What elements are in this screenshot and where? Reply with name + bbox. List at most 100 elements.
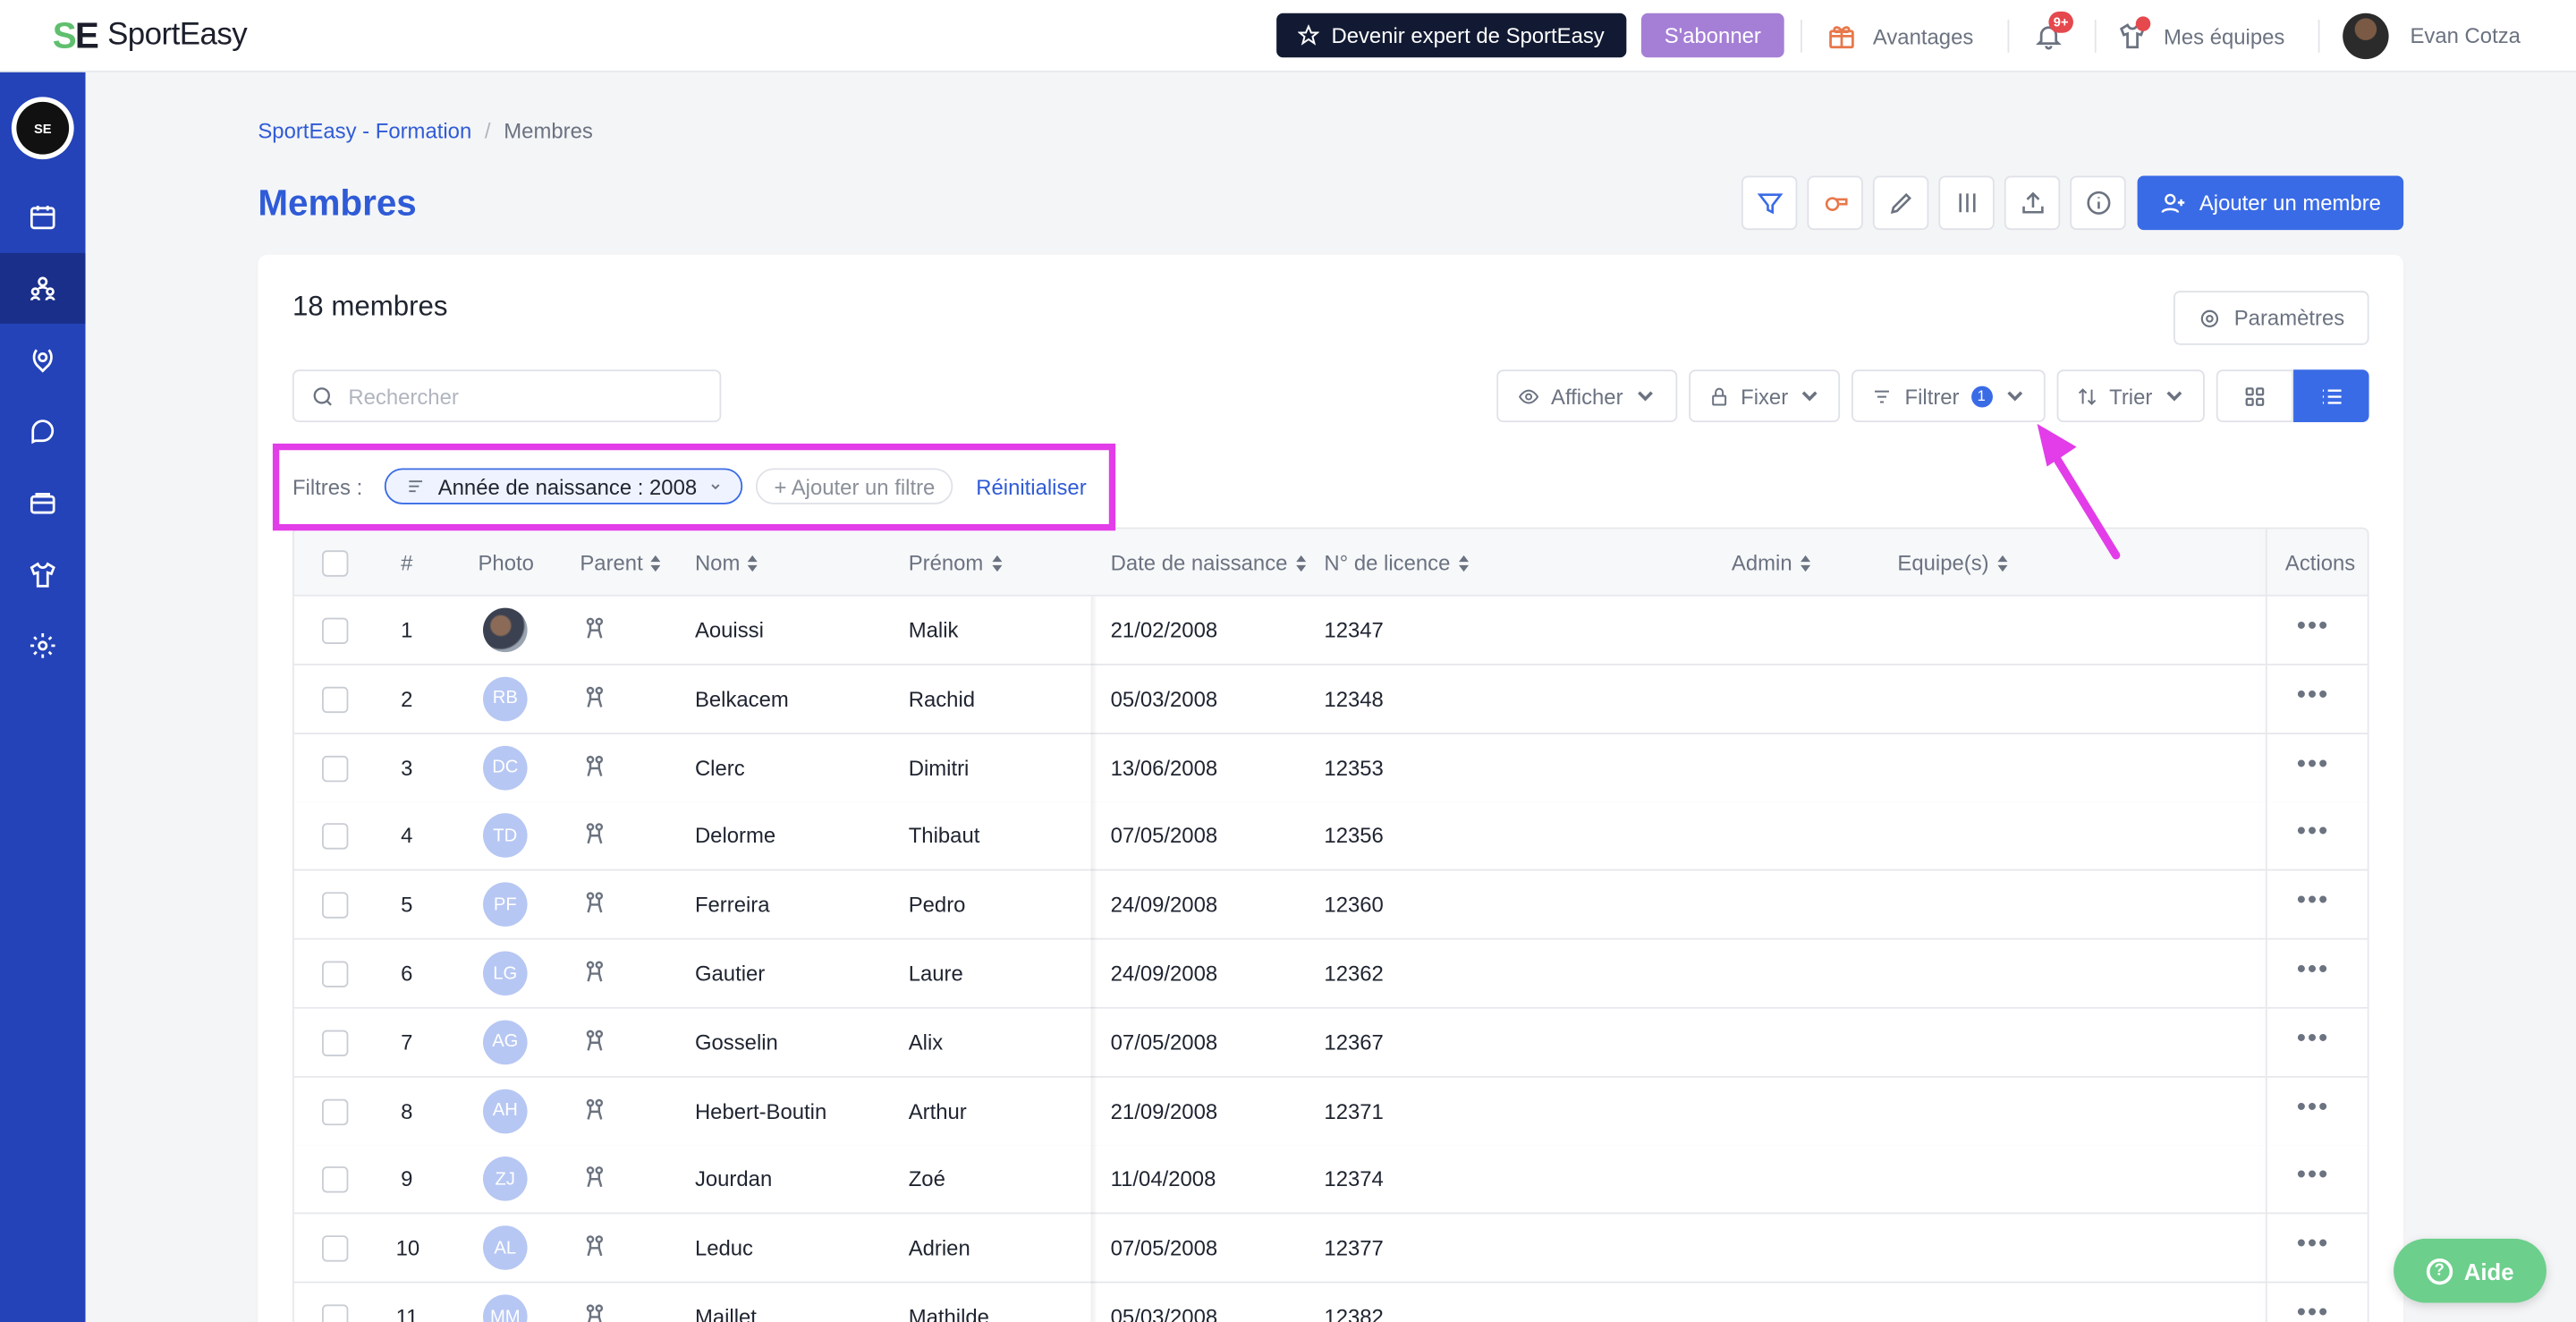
sort-arrows-icon — [1295, 554, 1306, 572]
table-row[interactable]: 11 MM Maillet Mathilde 05/03/2008 12382 ••• — [292, 1283, 2369, 1322]
notifications-button[interactable]: 9+ — [2034, 11, 2073, 51]
cell-license: 12374 — [1324, 1166, 1384, 1192]
become-expert-button[interactable]: Devenir expert de SportEasy — [1276, 13, 1627, 58]
parent-link-icon[interactable] — [581, 960, 607, 986]
header-license[interactable]: N° de licence — [1324, 550, 1469, 575]
row-checkbox[interactable] — [322, 1304, 349, 1322]
sidebar-item-competitions[interactable] — [0, 324, 86, 394]
grid-icon — [2245, 386, 2265, 405]
row-number: 8 — [401, 1098, 413, 1123]
row-actions-menu-icon[interactable]: ••• — [2297, 888, 2329, 914]
edit-button[interactable] — [1872, 175, 1929, 231]
row-actions-menu-icon[interactable]: ••• — [2297, 1026, 2329, 1052]
row-checkbox[interactable] — [322, 961, 349, 987]
table-row[interactable]: 9 ZJ Jourdan Zoé 11/04/2008 12374 ••• — [292, 1145, 2369, 1216]
parent-link-icon[interactable] — [581, 685, 607, 711]
calendar-icon — [30, 205, 55, 229]
shirt-icon — [2118, 16, 2151, 51]
parent-link-icon[interactable] — [581, 753, 607, 779]
sidebar-item-settings[interactable] — [0, 609, 86, 680]
table-row[interactable]: 7 AG Gosselin Alix 07/05/2008 12367 ••• — [292, 1008, 2369, 1078]
parent-link-icon[interactable] — [581, 1028, 607, 1054]
cell-license: 12353 — [1324, 755, 1384, 780]
row-actions-menu-icon[interactable]: ••• — [2297, 1094, 2329, 1120]
row-checkbox[interactable] — [322, 686, 349, 713]
parent-link-icon[interactable] — [581, 616, 607, 642]
filter-toolbar-button[interactable] — [1741, 175, 1798, 231]
row-checkbox[interactable] — [322, 617, 349, 645]
sidebar-item-members[interactable] — [0, 252, 86, 324]
row-actions-menu-icon[interactable]: ••• — [2297, 1163, 2329, 1189]
row-checkbox[interactable] — [322, 1030, 349, 1056]
column-shadow — [1090, 870, 1097, 940]
table-row[interactable]: 6 LG Gautier Laure 24/09/2008 12362 ••• — [292, 939, 2369, 1009]
parent-link-icon[interactable] — [581, 822, 607, 848]
row-number: 7 — [401, 1030, 413, 1055]
row-checkbox[interactable] — [322, 823, 349, 851]
whistle-button[interactable] — [1807, 175, 1863, 231]
sidebar-item-messages[interactable] — [0, 396, 86, 467]
parent-link-icon[interactable] — [581, 1097, 607, 1123]
row-checkbox[interactable] — [322, 1098, 349, 1125]
my-teams-link[interactable]: Mes équipes — [2118, 16, 2284, 51]
search-box[interactable] — [292, 369, 722, 423]
advantages-link[interactable]: Avantages — [1826, 21, 1973, 51]
params-button[interactable]: Paramètres — [2174, 291, 2369, 345]
row-actions-menu-icon[interactable]: ••• — [2297, 957, 2329, 983]
header-admin[interactable]: Admin — [1732, 550, 1810, 575]
table-row[interactable]: 3 DC Clerc Dimitri 13/06/2008 12353 ••• — [292, 733, 2369, 803]
export-button[interactable] — [2004, 175, 2061, 231]
row-actions-menu-icon[interactable]: ••• — [2297, 682, 2329, 708]
row-actions-menu-icon[interactable]: ••• — [2297, 614, 2329, 640]
parent-link-icon[interactable] — [581, 891, 607, 917]
sidebar-item-teams[interactable] — [0, 538, 86, 609]
header-first-name[interactable]: Prénom — [909, 550, 1002, 575]
row-actions-menu-icon[interactable]: ••• — [2297, 1232, 2329, 1258]
cell-license: 12367 — [1324, 1030, 1384, 1055]
user-avatar[interactable] — [2343, 13, 2389, 60]
row-checkbox[interactable] — [322, 1235, 349, 1262]
subscribe-button[interactable]: S'abonner — [1640, 13, 1784, 58]
filter-button[interactable]: Filtrer 1 — [1852, 369, 2046, 423]
row-checkbox[interactable] — [322, 1166, 349, 1194]
row-checkbox[interactable] — [322, 892, 349, 919]
add-member-button[interactable]: Ajouter un membre — [2137, 175, 2404, 231]
grid-view-button[interactable] — [2216, 369, 2294, 423]
help-button[interactable]: ? Aide — [2394, 1238, 2546, 1303]
row-actions-menu-icon[interactable]: ••• — [2297, 751, 2329, 777]
table-row[interactable]: 10 AL Leduc Adrien 07/05/2008 12377 ••• — [292, 1214, 2369, 1284]
sort-button[interactable]: Trier — [2056, 369, 2205, 423]
header-teams[interactable]: Equipe(s) — [1897, 550, 2007, 575]
filter-lines-icon — [1875, 389, 1890, 403]
gift-icon — [1829, 26, 1854, 49]
parent-link-icon[interactable] — [581, 1165, 607, 1191]
header-birth-date[interactable]: Date de naissance — [1111, 550, 1306, 575]
row-checkbox[interactable] — [322, 755, 349, 782]
search-input[interactable] — [348, 383, 694, 409]
sidebar-item-finance[interactable] — [0, 467, 86, 538]
sidebar-item-calendar[interactable] — [0, 181, 86, 251]
table-row[interactable]: 5 PF Ferreira Pedro 24/09/2008 12360 ••• — [292, 870, 2369, 940]
info-button[interactable] — [2070, 175, 2126, 231]
columns-button[interactable] — [1938, 175, 1995, 231]
parent-link-icon[interactable] — [581, 1303, 607, 1322]
table-row[interactable]: 4 TD Delorme Thibaut 07/05/2008 12356 ••• — [292, 802, 2369, 872]
header-last-name[interactable]: Nom — [695, 550, 758, 575]
show-button[interactable]: Afficher — [1496, 369, 1678, 423]
list-view-button[interactable] — [2293, 369, 2369, 423]
select-all-checkbox[interactable] — [322, 550, 349, 577]
pin-button[interactable]: Fixer — [1689, 369, 1841, 423]
table-row[interactable]: 8 AH Hebert-Boutin Arthur 21/09/2008 12371 ••• — [292, 1077, 2369, 1147]
cell-first-name: Malik — [908, 617, 959, 643]
row-actions-menu-icon[interactable]: ••• — [2297, 1301, 2329, 1322]
row-actions-menu-icon[interactable]: ••• — [2297, 819, 2329, 845]
parent-link-icon[interactable] — [581, 1234, 607, 1260]
table-row[interactable]: 2 RB Belkacem Rachid 05/03/2008 12348 ••• — [292, 665, 2369, 734]
header-parent[interactable]: Parent — [580, 550, 661, 575]
table-row[interactable]: 1 Aouissi Malik 21/02/2008 12347 ••• — [292, 596, 2369, 665]
logo-text: SportEasy — [107, 18, 248, 53]
sporteasy-logo[interactable]: SE SportEasy — [53, 15, 248, 55]
club-logo[interactable]: SE — [11, 97, 74, 160]
user-name[interactable]: Evan Cotza — [2410, 23, 2520, 48]
breadcrumb-root-link[interactable]: SportEasy - Formation — [258, 118, 471, 143]
